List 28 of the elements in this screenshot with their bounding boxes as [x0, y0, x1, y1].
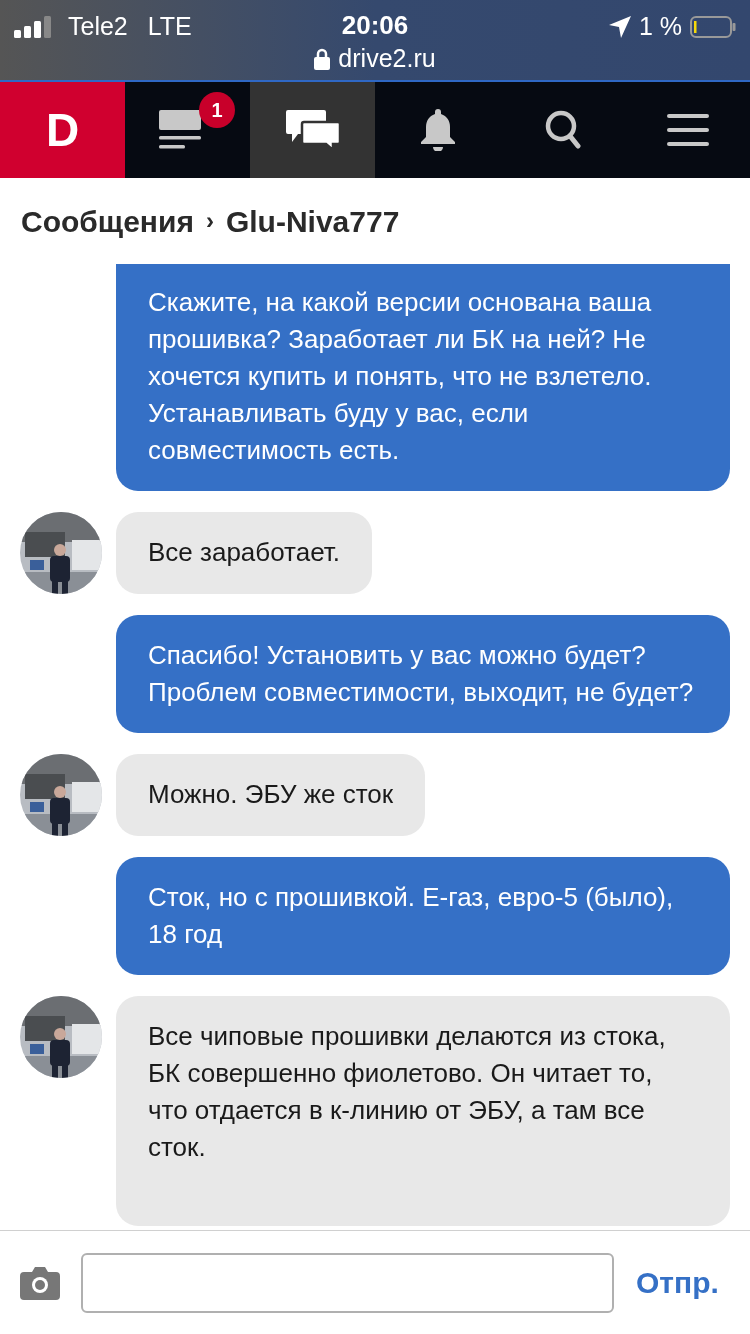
feed-icon — [158, 110, 201, 149]
location-arrow-icon — [608, 15, 631, 38]
contact-name: Glu-Niva777 — [225, 203, 400, 240]
breadcrumb-separator: › — [205, 206, 214, 236]
menu-icon — [666, 114, 709, 146]
send-button[interactable]: Отпр. — [636, 1260, 719, 1305]
incoming-message: Можно. ЭБУ же сток — [116, 754, 426, 836]
chat-bubbles-tab[interactable] — [250, 82, 375, 178]
network-type: LTE — [147, 11, 192, 42]
url-text[interactable]: drive2.ru — [338, 40, 436, 78]
battery-percent: 1 % — [638, 11, 682, 42]
breadcrumb-link[interactable]: Сообщения — [21, 198, 194, 244]
camera-icon[interactable] — [20, 1265, 60, 1300]
notification-badge: 1 — [199, 92, 235, 128]
search-icon — [544, 110, 581, 150]
outgoing-message: Сток, но с прошивкой. Е-газ, евро-5 (было), 18 год — [116, 857, 730, 975]
outgoing-message: Спасибо! Установить у вас можно будет? Проблем совместимости, выходит, не будет? — [116, 615, 730, 733]
battery-icon — [690, 15, 736, 38]
clock: 20:06 — [341, 9, 409, 42]
logo-link[interactable]: D — [0, 82, 125, 178]
carrier-name: Tele2 — [68, 11, 128, 42]
bell-icon — [419, 109, 456, 151]
outgoing-message: Скажите, на какой версии основана ваша прошивка? Заработает ли БК на ней? Не хочется купить и понять, что не взлетело. Устанавливать буду у вас, если совместимость есть. — [116, 264, 730, 491]
incoming-message: Все заработает. — [116, 512, 373, 594]
incoming-message: Все чиповые прошивки делаются из стока, БК совершенно фиолетово. Он читает то, что отдается в к-линию от ЭБУ, а там все сток. — [116, 996, 730, 1226]
message-input[interactable] — [81, 1252, 614, 1313]
chat-bubbles-icon — [285, 110, 340, 150]
lock-icon — [314, 47, 331, 70]
